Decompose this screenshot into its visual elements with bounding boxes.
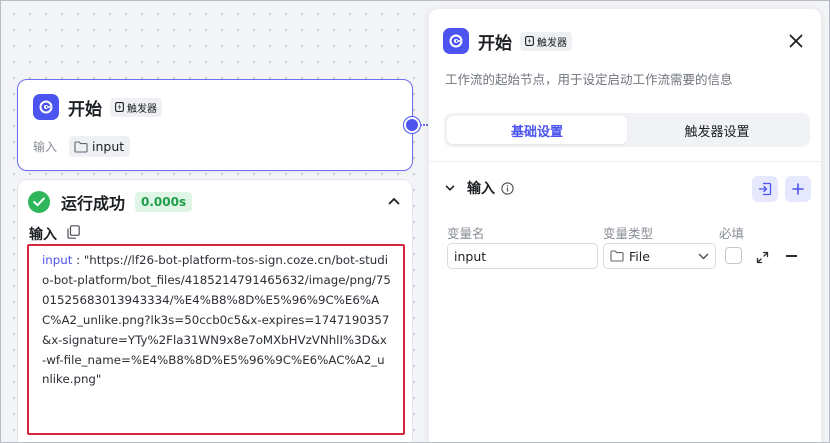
trigger-icon — [525, 36, 534, 46]
plus-icon — [792, 183, 804, 195]
run-result-panel: 运行成功 0.000s 输入 input : "https://lf26-bot… — [17, 179, 413, 443]
input-section-title: 输入 — [467, 181, 495, 197]
chevron-down-icon[interactable] — [445, 183, 455, 193]
folder-icon — [610, 250, 624, 262]
trigger-tag: 触发器 — [110, 97, 162, 117]
minus-icon[interactable] — [786, 255, 797, 257]
input-variable-chip[interactable]: input — [69, 136, 131, 157]
connection-line — [420, 124, 428, 126]
panel-title: 开始 — [478, 33, 512, 54]
node-header: 开始 触发器 — [33, 94, 162, 120]
node-title: 开始 — [68, 99, 102, 120]
node-settings-panel: 开始 触发器 工作流的起始节点，用于设定启动工作流需要的信息 基础设置 触发器设… — [428, 8, 822, 443]
close-icon[interactable] — [789, 33, 803, 48]
trigger-tag-label: 触发器 — [537, 37, 567, 49]
input-section-header[interactable]: 输入 — [445, 178, 514, 198]
settings-tabs: 基础设置 触发器设置 — [444, 113, 810, 147]
result-input-heading: 输入 — [29, 224, 80, 244]
divider — [429, 161, 821, 162]
trigger-tag-label: 触发器 — [127, 103, 157, 115]
check-icon — [28, 191, 50, 213]
tab-trigger-settings[interactable]: 触发器设置 — [627, 116, 807, 144]
node-input-label: 输入 — [33, 140, 58, 154]
chevron-down-icon — [698, 253, 709, 259]
trigger-icon — [115, 102, 124, 112]
run-result-header: 运行成功 0.000s — [28, 190, 193, 214]
variable-type-select[interactable]: File — [603, 243, 716, 269]
add-variable-button[interactable] — [785, 176, 811, 202]
column-variable-name: 变量名 — [447, 226, 485, 241]
variable-name-input[interactable]: input — [447, 243, 598, 269]
panel-header: 开始 触发器 — [443, 28, 572, 54]
copy-icon[interactable] — [67, 225, 80, 243]
output-port[interactable] — [404, 117, 420, 133]
info-icon[interactable] — [501, 181, 514, 195]
node-input-row: 输入 input — [33, 136, 131, 157]
start-node-icon — [33, 94, 59, 120]
import-icon — [758, 182, 772, 196]
variable-type-value: File — [629, 248, 650, 264]
column-variable-type: 变量类型 — [603, 226, 654, 241]
run-time-badge: 0.000s — [135, 192, 193, 212]
expand-icon[interactable] — [756, 249, 769, 268]
panel-description: 工作流的起始节点，用于设定启动工作流需要的信息 — [445, 72, 733, 87]
json-key: input — [42, 253, 73, 267]
folder-icon — [74, 140, 88, 153]
start-node-icon — [443, 28, 469, 54]
tab-basic-settings[interactable]: 基础设置 — [447, 116, 627, 144]
import-button[interactable] — [752, 176, 778, 202]
start-node-card[interactable]: 开始 触发器 输入 input — [17, 79, 413, 171]
result-input-label: 输入 — [29, 227, 57, 243]
input-variable-name: input — [92, 139, 125, 154]
required-checkbox[interactable] — [725, 247, 742, 264]
json-value: "https://lf26-bot-platform-tos-sign.coze… — [42, 253, 391, 387]
trigger-tag: 触发器 — [520, 31, 572, 51]
column-required: 必填 — [719, 226, 745, 241]
chevron-up-icon[interactable] — [386, 193, 402, 209]
json-separator: : — [72, 253, 84, 267]
run-status-text: 运行成功 — [61, 194, 126, 213]
input-json-viewer: input : "https://lf26-bot-platform-tos-s… — [27, 244, 405, 435]
